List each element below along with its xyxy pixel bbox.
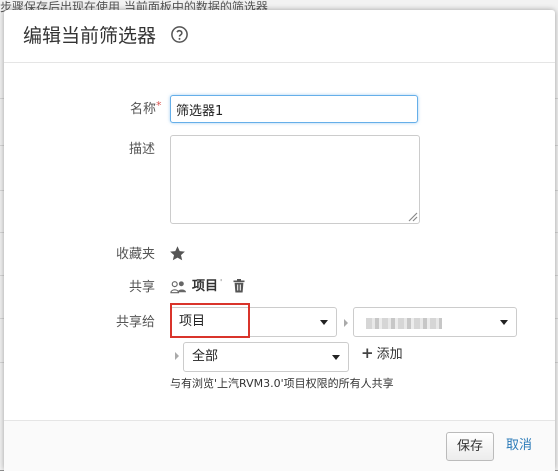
required-mark: *: [156, 99, 162, 112]
description-label: 描述: [128, 142, 155, 157]
resize-grip-icon[interactable]: [406, 210, 418, 222]
share-superscript-mark: ': [220, 278, 223, 287]
star-icon[interactable]: [169, 245, 186, 262]
chevron-down-icon: [500, 320, 508, 325]
edit-filter-dialog: 编辑当前筛选器 名称* 描述 收藏夹 共享 项目 ' 共享给 项目: [4, 10, 555, 471]
cancel-button[interactable]: 取消: [506, 438, 532, 454]
users-icon: [170, 281, 187, 294]
share-to-label: 共享给: [115, 315, 155, 330]
filter-name-input[interactable]: [170, 95, 418, 123]
dialog-footer: 保存 取消: [4, 420, 555, 471]
share-value: 项目: [192, 279, 219, 294]
help-circle-icon[interactable]: [170, 25, 189, 44]
highlight-annotation-box: [170, 303, 250, 338]
connector-arrow-icon: [344, 319, 348, 327]
scope-selected: 全部: [192, 349, 219, 364]
trash-icon[interactable]: [233, 279, 245, 293]
scope-select[interactable]: 全部: [183, 342, 349, 372]
dialog-title: 编辑当前筛选器: [23, 25, 157, 47]
description-textarea[interactable]: [170, 135, 420, 224]
connector-arrow-icon: [175, 352, 179, 360]
name-label-text: 名称: [129, 102, 156, 117]
dialog-header: 编辑当前筛选器: [4, 10, 555, 63]
project-select[interactable]: [353, 307, 517, 337]
share-note: 与有浏览'上汽RVM3.0'项目权限的所有人共享: [170, 377, 394, 390]
blurred-project-name: [366, 318, 442, 329]
chevron-down-icon: [332, 355, 340, 360]
favorite-label: 收藏夹: [115, 247, 155, 262]
plus-icon: +: [361, 344, 374, 362]
name-label: 名称 *: [76, 99, 162, 118]
chevron-down-icon: [320, 320, 328, 325]
share-label: 共享: [128, 280, 155, 295]
add-share-button[interactable]: + 添加: [361, 344, 403, 364]
add-share-label: 添加: [376, 347, 403, 362]
save-button[interactable]: 保存: [446, 432, 494, 461]
